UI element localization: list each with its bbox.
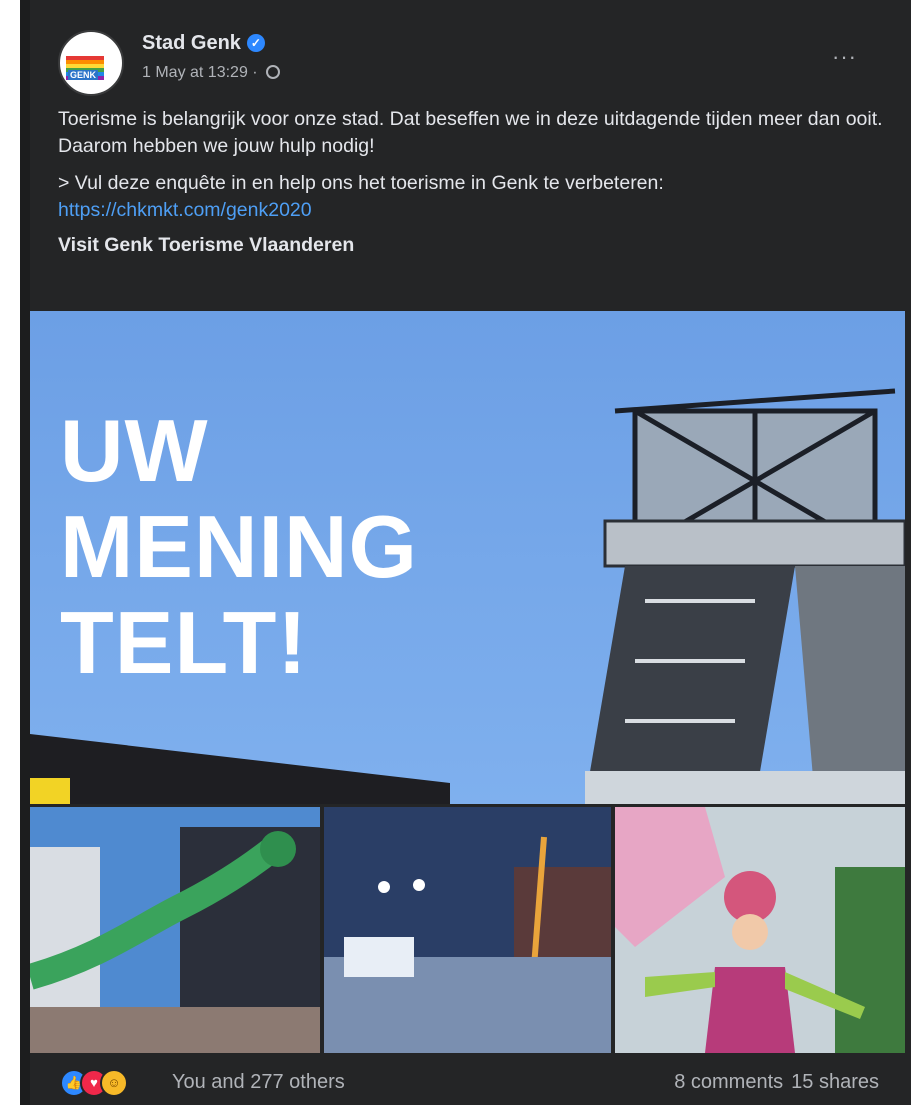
survey-link[interactable]: https://chkmkt.com/genk2020 [58,199,312,221]
flower-performer-illustration [615,807,905,1053]
hero-line-1: UW [60,401,209,500]
post-body-paragraph: Toerisme is belangrijk voor onze stad. D… [58,108,883,157]
hero-line-3: TELT! [60,593,308,692]
meta-separator: · [247,64,263,81]
post-meta: 1 May at 13:29 · [142,64,281,82]
post-text: Toerisme is belangrijk voor onze stad. D… [58,106,888,259]
hero-headline: UW MENING TELT! [60,403,418,691]
avatar[interactable]: GENK [58,30,124,96]
reaction-icons[interactable]: 👍 ♥ ☺ [60,1069,128,1097]
care-reaction-icon: ☺ [100,1069,128,1097]
photo-night-fair[interactable] [324,807,611,1053]
reaction-summary[interactable]: You and 277 others [172,1071,345,1094]
post-footer: 👍 ♥ ☺ You and 277 others 8 comments 15 shar… [30,1055,907,1105]
more-options-button[interactable]: ··· [832,44,857,70]
logo-text: GENK [68,70,99,80]
mine-headframe-illustration [585,388,905,804]
engagement-counts: 8 comments 15 shares [674,1071,879,1094]
post-timestamp[interactable]: 1 May at 13:29 [142,64,248,81]
dragon-parade-illustration [30,807,320,1053]
hero-image[interactable]: UW MENING TELT! [30,311,905,804]
post-tags[interactable]: Visit Genk Toerisme Vlaanderen [58,232,888,259]
globe-icon [266,65,281,79]
night-fair-illustration [324,807,611,1053]
survey-text: > Vul deze enquête in en help ons het to… [58,172,664,194]
photo-dragon-parade[interactable] [30,807,320,1053]
hero-line-2: MENING [60,497,418,596]
roof-yellow-stripe [30,778,70,804]
photo-flower-performer[interactable] [615,807,905,1053]
post-header: GENK Stad Genk ✓ 1 May at 13:29 · ··· [30,8,907,98]
shares-count[interactable]: 15 shares [791,1071,879,1093]
photo-strip [30,807,905,1053]
post-card: GENK Stad Genk ✓ 1 May at 13:29 · ··· Toe… [30,8,907,1105]
author-name-label: Stad Genk [142,32,241,54]
comments-count[interactable]: 8 comments [674,1071,783,1093]
author-name[interactable]: Stad Genk ✓ [142,32,265,55]
post-body-survey: > Vul deze enquête in en help ons het to… [58,170,888,224]
verified-badge-icon: ✓ [246,34,265,52]
